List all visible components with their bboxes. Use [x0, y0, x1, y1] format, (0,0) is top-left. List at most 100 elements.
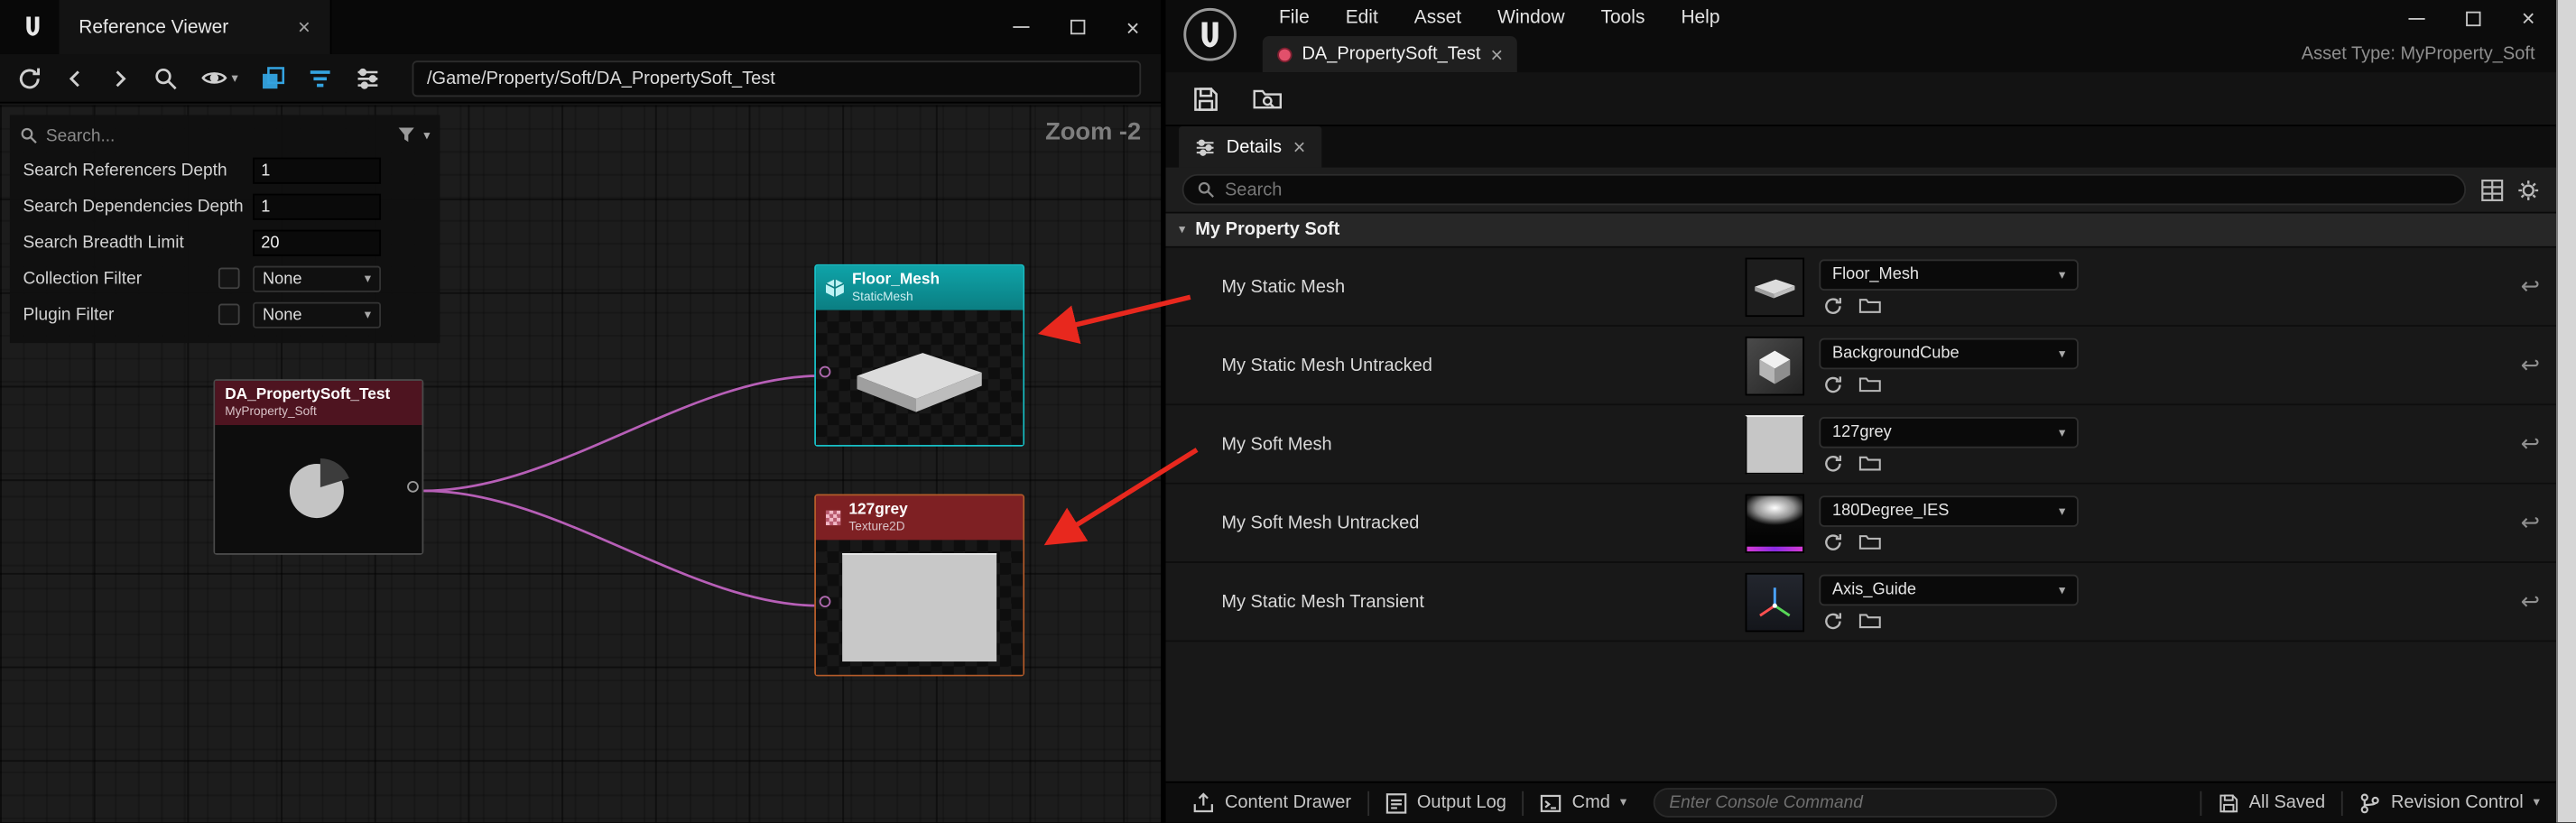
window-controls: ×	[993, 0, 1161, 54]
use-selected-asset-icon[interactable]	[1822, 532, 1844, 553]
asset-picker-combobox[interactable]: Axis_Guide ▾	[1819, 575, 2078, 606]
browse-to-asset-icon[interactable]	[1858, 611, 1881, 633]
close-details-tab-icon[interactable]: ×	[1293, 136, 1306, 158]
status-bar: Content Drawer Output Log Cmd ▾	[1165, 781, 2556, 822]
breadth-limit-input[interactable]	[253, 230, 381, 256]
content-drawer-icon	[1192, 791, 1215, 814]
display-options-icon[interactable]	[2480, 178, 2503, 200]
visibility-dropdown[interactable]: ▾	[200, 64, 238, 92]
input-pin[interactable]	[820, 366, 831, 378]
chevron-down-icon: ▾	[2534, 796, 2540, 809]
output-pin[interactable]	[407, 481, 419, 493]
details-tab[interactable]: Details ×	[1179, 126, 1322, 167]
input-pin[interactable]	[820, 596, 831, 607]
output-log-button[interactable]: Output Log	[1369, 783, 1523, 823]
filters-toggle-icon[interactable]	[307, 65, 333, 91]
reference-viewer-tab[interactable]: Reference Viewer ×	[59, 0, 331, 54]
use-selected-asset-icon[interactable]	[1822, 375, 1844, 396]
search-icon	[20, 126, 38, 144]
funnel-icon[interactable]	[397, 126, 415, 144]
minimize-button[interactable]	[993, 0, 1049, 54]
details-search-field[interactable]	[1182, 174, 2466, 206]
browse-to-asset-icon[interactable]	[1858, 295, 1881, 317]
graph-search-input[interactable]	[46, 125, 389, 145]
use-selected-asset-icon[interactable]	[1822, 453, 1844, 475]
chevron-down-icon: ▾	[231, 71, 237, 85]
reset-to-default-icon[interactable]: ↩	[2521, 248, 2540, 325]
reset-to-default-icon[interactable]: ↩	[2521, 327, 2540, 403]
collection-filter-dropdown[interactable]: None ▾	[253, 266, 381, 292]
refresh-icon[interactable]	[16, 65, 42, 91]
asset-thumbnail[interactable]	[1746, 495, 1804, 553]
revision-control-button[interactable]: Revision Control ▾	[2343, 783, 2556, 823]
browse-to-asset-icon[interactable]	[1858, 375, 1881, 396]
asset-picker-combobox[interactable]: BackgroundCube ▾	[1819, 338, 2078, 370]
close-window-button[interactable]: ×	[2500, 0, 2556, 36]
reset-to-default-icon[interactable]: ↩	[2521, 405, 2540, 482]
close-tab-icon[interactable]: ×	[1490, 43, 1503, 65]
option-row-collection-filter: Collection Filter None ▾	[10, 261, 440, 297]
maximize-button[interactable]	[2444, 0, 2500, 36]
asset-tab-row: DA_PropertySoft_Test × Asset Type: MyPro…	[1165, 36, 2556, 72]
close-tab-icon[interactable]: ×	[298, 16, 310, 38]
asset-toolbar	[1165, 72, 2556, 126]
floor-mesh-thumbnail	[838, 333, 1002, 421]
reset-to-default-icon[interactable]: ↩	[2521, 485, 2540, 561]
asset-picker-combobox[interactable]: Floor_Mesh ▾	[1819, 259, 2078, 291]
referencers-depth-input[interactable]	[253, 158, 381, 184]
category-my-property-soft[interactable]: ▾ My Property Soft	[1165, 212, 2556, 248]
filter-options-icon[interactable]	[355, 65, 381, 91]
menu-window[interactable]: Window	[1479, 0, 1582, 36]
browse-to-asset-icon[interactable]	[1253, 86, 1283, 112]
find-path-icon[interactable]	[153, 65, 179, 91]
close-window-button[interactable]: ×	[1105, 0, 1161, 54]
asset-path-field[interactable]	[412, 60, 1142, 96]
status-bar-right: All Saved Revision Control ▾	[2200, 783, 2556, 823]
node-floor-mesh[interactable]: Floor_Mesh StaticMesh	[814, 264, 1024, 447]
asset-type-label: Asset Type: MyProperty_Soft	[2302, 36, 2535, 72]
menu-asset[interactable]: Asset	[1396, 0, 1479, 36]
search-icon	[1197, 180, 1215, 199]
menu-help[interactable]: Help	[1663, 0, 1737, 36]
forward-arrow-icon[interactable]	[108, 67, 131, 89]
plugin-filter-checkbox[interactable]	[218, 304, 240, 326]
asset-thumbnail[interactable]	[1746, 415, 1804, 474]
asset-thumbnail[interactable]	[1746, 573, 1804, 632]
details-tab-label: Details	[1227, 137, 1282, 157]
dependencies-depth-input[interactable]	[253, 194, 381, 220]
details-search-input[interactable]	[1225, 180, 2451, 199]
node-127grey[interactable]: 127grey Texture2D	[814, 495, 1024, 677]
cmd-selector[interactable]: Cmd ▾	[1524, 783, 1643, 823]
menu-file[interactable]: File	[1261, 0, 1328, 36]
console-command-input[interactable]	[1653, 788, 2056, 818]
browse-to-asset-icon[interactable]	[1858, 453, 1881, 475]
content-drawer-button[interactable]: Content Drawer	[1175, 783, 1367, 823]
menu-edit[interactable]: Edit	[1328, 0, 1396, 36]
property-label: My Soft Mesh Untracked	[1221, 485, 1419, 561]
asset-thumbnail[interactable]	[1746, 337, 1804, 395]
reset-to-default-icon[interactable]: ↩	[2521, 563, 2540, 640]
save-icon[interactable]	[1192, 85, 1220, 113]
browse-to-asset-icon[interactable]	[1858, 532, 1881, 553]
use-selected-asset-icon[interactable]	[1822, 611, 1844, 633]
plugin-filter-dropdown[interactable]: None ▾	[253, 302, 381, 328]
asset-tab[interactable]: DA_PropertySoft_Test ×	[1263, 36, 1518, 72]
maximize-button[interactable]	[1049, 0, 1105, 54]
option-row-breadth-limit: Search Breadth Limit	[10, 225, 440, 261]
settings-gear-icon[interactable]	[2517, 178, 2540, 200]
node-da-propertysoft-test[interactable]: DA_PropertySoft_Test MyProperty_Soft	[213, 379, 423, 555]
reference-graph-canvas[interactable]: Zoom -2 DA_PropertySoft_Test MyProperty_…	[0, 105, 1161, 822]
all-saved-button[interactable]: All Saved	[2201, 783, 2341, 823]
use-selected-asset-icon[interactable]	[1822, 295, 1844, 317]
asset-picker-combobox[interactable]: 180Degree_IES ▾	[1819, 495, 2078, 527]
back-arrow-icon[interactable]	[64, 67, 87, 89]
menu-tools[interactable]: Tools	[1583, 0, 1663, 36]
unreal-logo-icon	[14, 8, 51, 44]
asset-thumbnail[interactable]	[1746, 258, 1804, 317]
duplicates-toggle-icon[interactable]	[259, 65, 285, 91]
chevron-down-icon[interactable]: ▾	[423, 129, 430, 143]
combobox-value: BackgroundCube	[1832, 345, 1960, 363]
minimize-button[interactable]	[2389, 0, 2445, 36]
asset-picker-combobox[interactable]: 127grey ▾	[1819, 417, 2078, 448]
collection-filter-checkbox[interactable]	[218, 267, 240, 289]
